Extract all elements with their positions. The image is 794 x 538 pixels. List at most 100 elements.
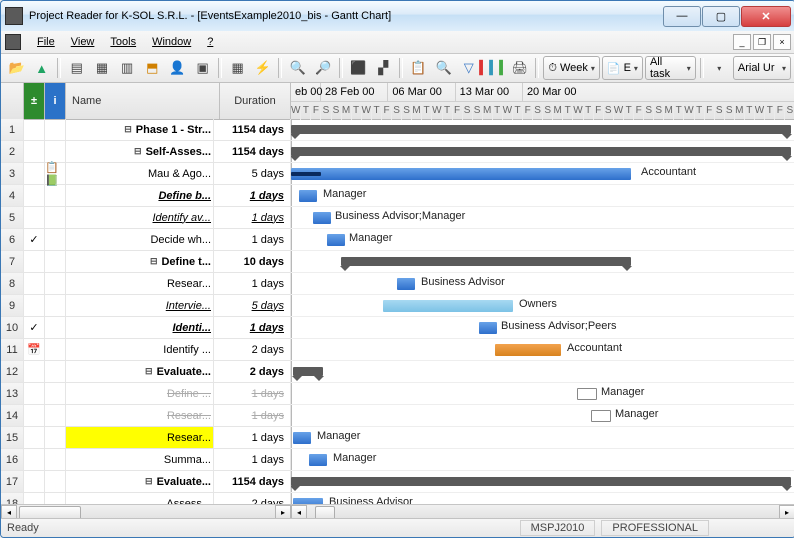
gantt-bar[interactable]	[479, 322, 497, 334]
gantt-row[interactable]	[291, 251, 794, 273]
day-header[interactable]: F	[775, 102, 785, 120]
indicator-col-2[interactable]: i	[45, 83, 66, 119]
week-header[interactable]: 13 Mar 00	[456, 83, 523, 101]
gantt-bar[interactable]	[291, 147, 791, 156]
task-name-cell[interactable]: Identi...	[66, 317, 214, 338]
gantt-bar[interactable]	[397, 278, 415, 290]
zoom-in-icon[interactable]: 🔍	[286, 56, 309, 80]
gantt-bar[interactable]	[591, 410, 611, 422]
task-name-cell[interactable]: ⊟Define t...	[66, 251, 214, 272]
task-name-cell[interactable]: Resear...	[66, 427, 214, 448]
gantt-bar[interactable]	[309, 454, 327, 466]
gantt-row[interactable]: Manager	[291, 229, 794, 251]
scroll-left-icon[interactable]: ◂	[1, 505, 17, 519]
day-header[interactable]: S	[332, 102, 342, 120]
gantt-row[interactable]: Business Advisor;Manager	[291, 207, 794, 229]
find-icon[interactable]: 🔍	[432, 56, 455, 80]
menu-help[interactable]: ?	[201, 34, 219, 50]
week-header[interactable]: 28 Feb 00	[321, 83, 388, 101]
horiz-scrollbar-right[interactable]: ◂ ▸	[291, 504, 794, 519]
task-name-cell[interactable]: ⊟Evaluate...	[66, 471, 214, 492]
gantt-bar[interactable]	[341, 257, 631, 266]
gantt-row[interactable]: Owners	[291, 295, 794, 317]
day-header[interactable]: T	[584, 102, 594, 120]
gantt-row[interactable]: Accountant	[291, 163, 794, 185]
task-name-cell[interactable]: Resear...	[66, 273, 214, 294]
table-row[interactable]: 17⊟Evaluate...1154 days	[1, 471, 291, 493]
table-row[interactable]: 16Summa...1 days	[1, 449, 291, 471]
drive-icon[interactable]: ▲	[30, 56, 53, 80]
gantt-row[interactable]	[291, 471, 794, 493]
scroll-left-icon[interactable]: ◂	[291, 505, 307, 519]
day-header[interactable]: F	[382, 102, 392, 120]
row-id[interactable]: 2	[1, 141, 24, 162]
timescale-dropdown[interactable]: ⏱ Week ▾	[543, 56, 600, 80]
filter-icon[interactable]: ▽	[457, 56, 480, 80]
row-id[interactable]: 1	[1, 119, 24, 140]
table-row[interactable]: 12⊟Evaluate...2 days	[1, 361, 291, 383]
day-header[interactable]: S	[644, 102, 654, 120]
row-id[interactable]: 17	[1, 471, 24, 492]
mdi-minimize-button[interactable]: _	[733, 34, 751, 50]
menu-view[interactable]: View	[65, 34, 101, 50]
day-header[interactable]: T	[765, 102, 775, 120]
tracking-gantt-icon[interactable]: ▥	[116, 56, 139, 80]
task-name-cell[interactable]: Decide wh...	[66, 229, 214, 250]
row-id[interactable]: 16	[1, 449, 24, 470]
row-header-col[interactable]	[1, 83, 24, 119]
day-header[interactable]: T	[443, 102, 453, 120]
day-header[interactable]: T	[372, 102, 382, 120]
gantt-bar[interactable]	[293, 367, 323, 376]
day-header[interactable]: M	[483, 102, 493, 120]
font-dropdown[interactable]: Arial Ur▾	[733, 56, 791, 80]
day-header[interactable]: M	[342, 102, 352, 120]
day-header[interactable]: F	[634, 102, 644, 120]
open-cloud-icon[interactable]: 📂	[5, 56, 28, 80]
week-header[interactable]: 06 Mar 00	[388, 83, 455, 101]
day-header[interactable]: T	[674, 102, 684, 120]
day-header[interactable]: W	[755, 102, 765, 120]
filter-dropdown[interactable]: All task ▾	[645, 56, 696, 80]
row-id[interactable]: 10	[1, 317, 24, 338]
options-dropdown[interactable]: ▾	[708, 56, 731, 80]
export-dropdown[interactable]: 📄 E ▾	[602, 56, 643, 80]
day-header[interactable]: T	[695, 102, 705, 120]
table-row[interactable]: 4Define b...1 days	[1, 185, 291, 207]
titlebar[interactable]: Project Reader for K-SOL S.R.L. - [Event…	[1, 1, 794, 31]
mdi-restore-button[interactable]: ❐	[753, 34, 771, 50]
scroll-right-icon[interactable]: ▸	[779, 505, 794, 519]
table-row[interactable]: 3📋📗Mau & Ago...5 days	[1, 163, 291, 185]
day-header[interactable]: S	[392, 102, 402, 120]
goto-task-icon[interactable]: ⬛	[347, 56, 370, 80]
day-header[interactable]: M	[735, 102, 745, 120]
menu-file[interactable]: File	[31, 34, 61, 50]
day-header[interactable]: W	[432, 102, 442, 120]
gantt-bar[interactable]	[313, 212, 331, 224]
maximize-button[interactable]: ▢	[702, 6, 740, 27]
day-header[interactable]: W	[291, 102, 301, 120]
table-row[interactable]: 13Define ...1 days	[1, 383, 291, 405]
row-id[interactable]: 11	[1, 339, 24, 360]
task-name-cell[interactable]: Intervie...	[66, 295, 214, 316]
day-header[interactable]: M	[412, 102, 422, 120]
gantt-row[interactable]: Manager	[291, 405, 794, 427]
day-header[interactable]: S	[725, 102, 735, 120]
gantt-row[interactable]: Manager	[291, 449, 794, 471]
week-header[interactable]: 20 Mar 00	[523, 83, 794, 101]
task-name-cell[interactable]: Resear...	[66, 405, 214, 426]
gantt-row[interactable]: Manager	[291, 427, 794, 449]
day-header[interactable]: T	[745, 102, 755, 120]
print-icon[interactable]: 🖨	[508, 56, 531, 80]
day-header[interactable]: S	[715, 102, 725, 120]
gantt-bar[interactable]	[291, 168, 631, 180]
gantt-bar[interactable]	[291, 477, 791, 486]
indicator-col-1[interactable]: ±	[24, 83, 45, 119]
row-id[interactable]: 15	[1, 427, 24, 448]
task-name-cell[interactable]: Summa...	[66, 449, 214, 470]
table-icon[interactable]: ▦	[226, 56, 249, 80]
gantt-row[interactable]	[291, 119, 794, 141]
day-header[interactable]: F	[705, 102, 715, 120]
day-header[interactable]: S	[463, 102, 473, 120]
gantt-bar[interactable]	[327, 234, 345, 246]
task-name-cell[interactable]: Define ...	[66, 383, 214, 404]
